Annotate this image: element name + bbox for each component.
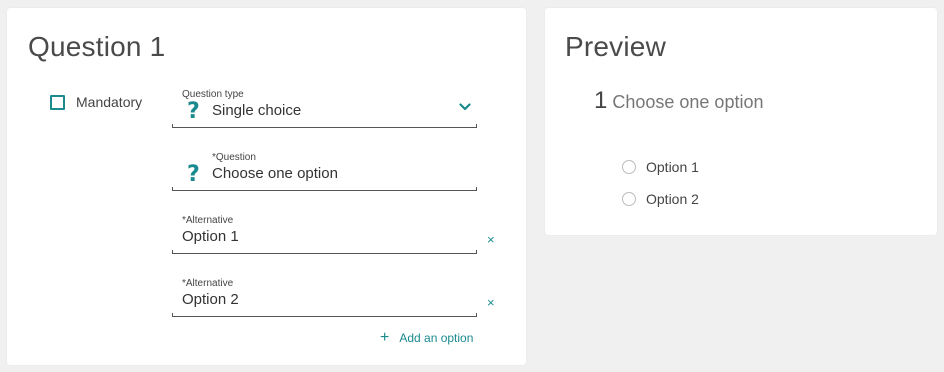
mandatory-checkbox[interactable] (50, 94, 65, 110)
alternative-field-2[interactable]: *Alternative Option 2 (172, 278, 477, 317)
question-mark-icon: ? (187, 162, 200, 187)
question-type-select[interactable]: Question type ? Single choice (172, 89, 477, 128)
add-option-label: Add an option (399, 331, 474, 345)
preview-question-number: 1 (594, 87, 608, 114)
preview-option-2-label: Option 2 (646, 191, 699, 207)
preview-option-2[interactable]: Option 2 (622, 191, 699, 207)
preview-option-1-label: Option 1 (646, 159, 699, 175)
mandatory-label: Mandatory (76, 94, 143, 110)
chevron-down-icon[interactable] (459, 103, 471, 111)
alternative-1-value[interactable]: Option 1 (182, 228, 239, 245)
question-field-label: *Question (212, 152, 256, 163)
editor-title: Question 1 (28, 31, 166, 62)
remove-alternative-2-icon[interactable]: × (487, 296, 495, 309)
radio-button[interactable] (622, 192, 636, 206)
alternative-2-value[interactable]: Option 2 (182, 291, 239, 308)
radio-button[interactable] (622, 160, 636, 174)
preview-option-1[interactable]: Option 1 (622, 159, 699, 175)
preview-question: 1 Choose one option (594, 87, 763, 115)
question-text-field[interactable]: *Question ? Choose one option (172, 152, 477, 191)
question-field-value[interactable]: Choose one option (212, 165, 338, 182)
preview-title: Preview (565, 31, 666, 62)
remove-alternative-1-icon[interactable]: × (487, 233, 495, 246)
add-option-button[interactable]: + Add an option (380, 330, 473, 346)
question-editor-card: Question 1 Mandatory Question type ? Sin… (7, 8, 526, 365)
plus-icon: + (380, 329, 390, 346)
question-type-value: Single choice (212, 102, 302, 119)
alternative-2-label: *Alternative (182, 278, 234, 289)
alternative-1-label: *Alternative (182, 215, 234, 226)
alternative-field-1[interactable]: *Alternative Option 1 (172, 215, 477, 254)
preview-question-text: Choose one option (612, 92, 764, 112)
question-mark-icon: ? (187, 99, 200, 124)
preview-card: Preview 1 Choose one option Option 1 Opt… (545, 8, 937, 235)
mandatory-checkbox-row[interactable]: Mandatory (50, 94, 142, 110)
